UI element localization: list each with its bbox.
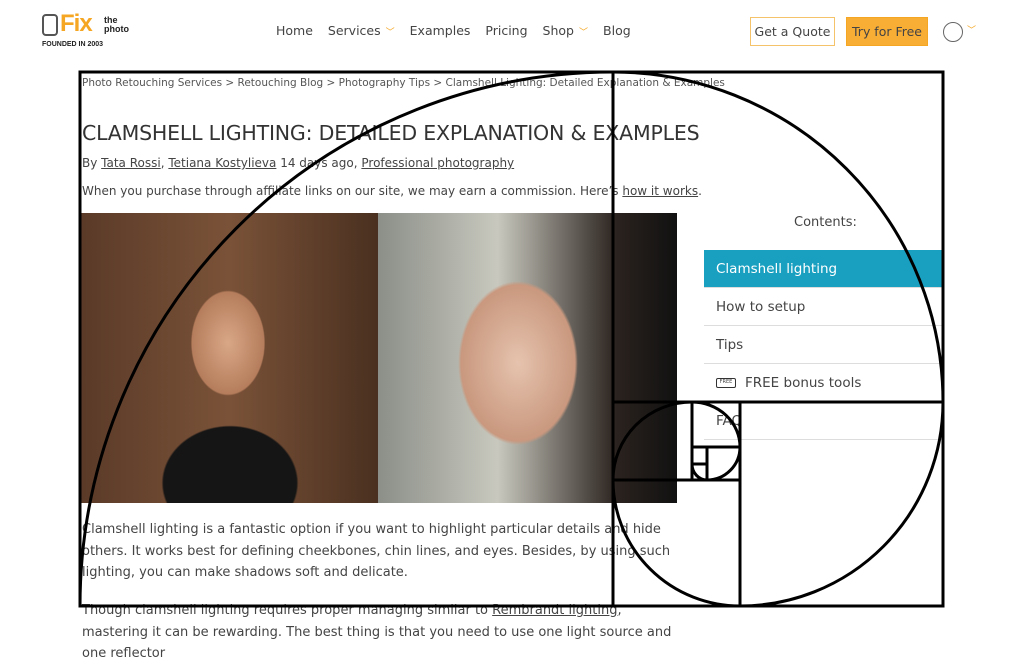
- nav-home[interactable]: Home: [276, 23, 313, 38]
- portrait-image-left: [80, 213, 378, 503]
- article-paragraph: Though clamshell lighting requires prope…: [82, 600, 682, 665]
- byline: By Tata Rossi, Tetiana Kostylieva 14 day…: [82, 156, 514, 170]
- author-link[interactable]: Tetiana Kostylieva: [168, 156, 276, 170]
- nav-label: Shop: [542, 23, 574, 38]
- table-of-contents: Clamshell lighting How to setup Tips FRE…: [704, 250, 942, 440]
- camera-icon: [42, 14, 58, 36]
- rembrandt-link[interactable]: Rembrandt lighting: [492, 603, 617, 618]
- breadcrumb[interactable]: Photo Retouching Services > Retouching B…: [82, 77, 725, 89]
- chevron-down-icon[interactable]: ﹀: [967, 23, 976, 36]
- post-date: 14 days ago,: [276, 156, 362, 170]
- logo-tagline: FOUNDED IN 2003: [42, 41, 104, 48]
- logo-sub: the photo: [104, 15, 129, 34]
- affiliate-notice: When you purchase through affiliate link…: [82, 184, 702, 198]
- user-icon[interactable]: [943, 22, 963, 42]
- logo[interactable]: Fix the photo FOUNDED IN 2003: [42, 10, 132, 52]
- chevron-down-icon: ﹀: [385, 28, 395, 38]
- toc-item-faq[interactable]: FAQ: [704, 402, 942, 440]
- text: Though clamshell lighting requires prope…: [82, 603, 493, 618]
- nav-label: Services: [327, 23, 381, 38]
- nav-blog[interactable]: Blog: [603, 23, 631, 38]
- nav-services[interactable]: Services ﹀: [328, 23, 395, 38]
- toc-item-setup[interactable]: How to setup: [704, 288, 942, 326]
- author-link[interactable]: Tata Rossi: [101, 156, 161, 170]
- get-quote-button[interactable]: Get a Quote: [750, 17, 835, 46]
- category-link[interactable]: Professional photography: [361, 156, 514, 170]
- nav-examples[interactable]: Examples: [410, 23, 471, 38]
- how-it-works-link[interactable]: how it works: [622, 184, 698, 198]
- toc-item-clamshell[interactable]: Clamshell lighting: [704, 250, 942, 288]
- affiliate-text: When you purchase through affiliate link…: [82, 184, 623, 198]
- toc-item-free-tools[interactable]: FREE FREE bonus tools: [704, 364, 942, 402]
- toc-label: FREE bonus tools: [745, 374, 862, 391]
- article-paragraph: Clamshell lighting is a fantastic option…: [82, 522, 671, 580]
- page-title: CLAMSHELL LIGHTING: DETAILED EXPLANATION…: [82, 121, 700, 145]
- affiliate-end: .: [698, 184, 702, 198]
- nav-shop[interactable]: Shop ﹀: [543, 23, 588, 38]
- portrait-image-right: [378, 213, 677, 503]
- by-label: By: [82, 156, 102, 170]
- toc-item-tips[interactable]: Tips: [704, 326, 942, 364]
- chevron-down-icon: ﹀: [579, 28, 589, 38]
- main-nav: Home Services ﹀ Examples Pricing Shop ﹀ Bl…: [276, 23, 631, 38]
- logo-brand: Fix: [60, 10, 93, 37]
- toc-title: Contents:: [794, 215, 857, 230]
- free-tag-icon: FREE: [716, 377, 736, 388]
- try-free-button[interactable]: Try for Free: [846, 17, 928, 46]
- nav-pricing[interactable]: Pricing: [485, 23, 527, 38]
